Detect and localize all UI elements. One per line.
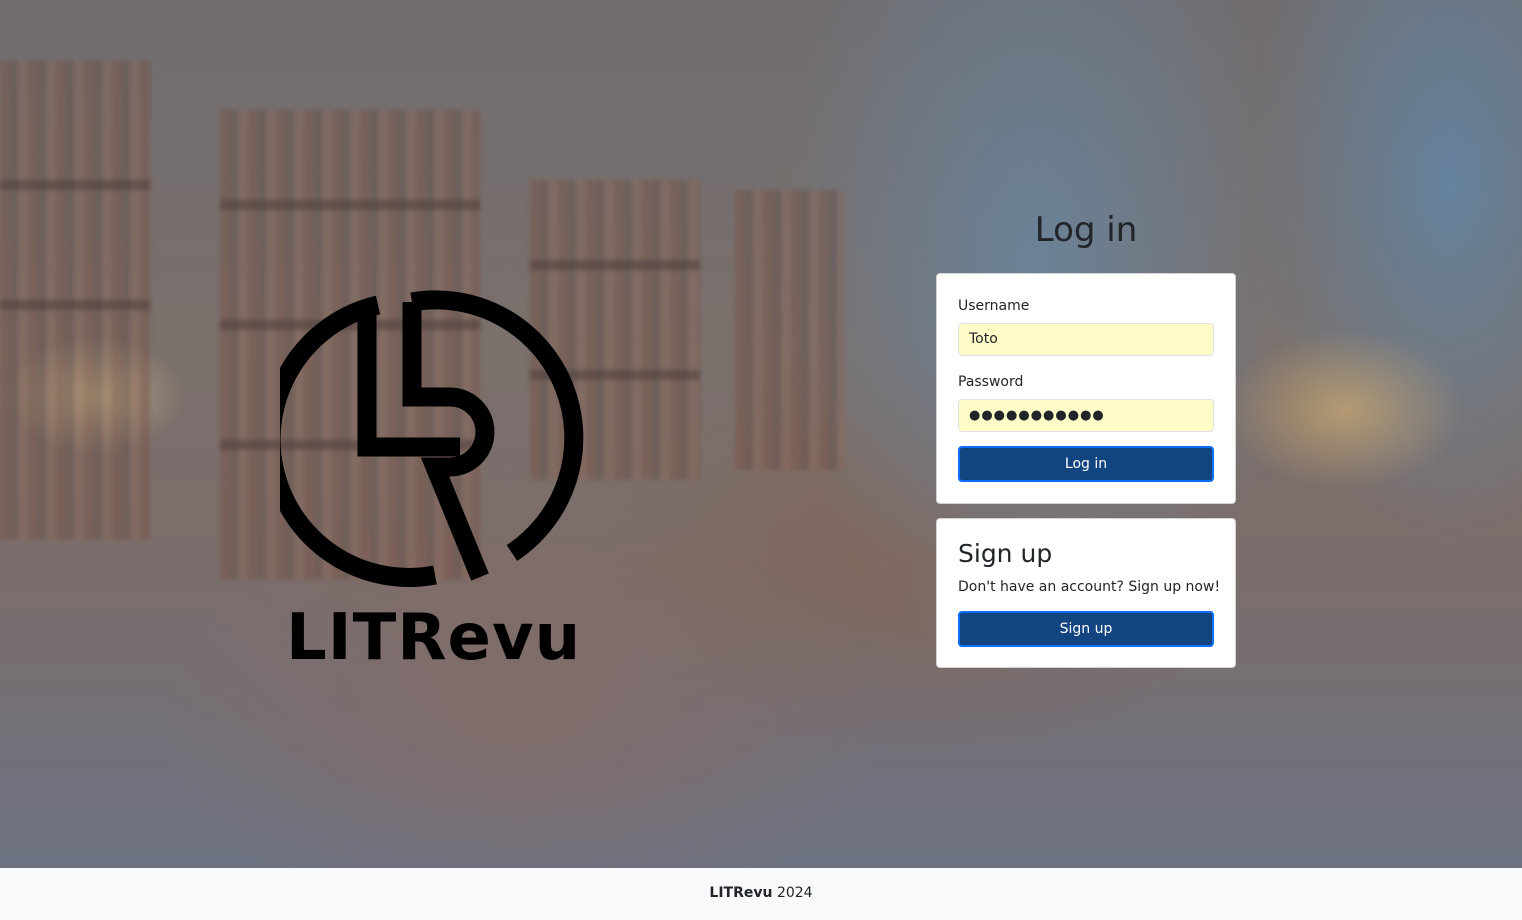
password-label: Password xyxy=(958,374,1024,390)
footer-year: 2024 xyxy=(776,885,813,901)
signup-description: Don't have an account? Sign up now! xyxy=(958,579,1221,595)
login-card: Username Toto Password ●●●●●●●●●●● Log i… xyxy=(936,273,1236,504)
username-label: Username xyxy=(958,298,1030,314)
lr-monogram-icon xyxy=(280,290,584,587)
footer: LITRevu 2024 xyxy=(0,868,1522,920)
footer-brand: LITRevu xyxy=(709,885,773,901)
litrevu-logo: LITRevu xyxy=(280,285,590,680)
logo-wordmark: LITRevu xyxy=(286,601,582,675)
library-background-image xyxy=(0,0,1522,868)
signup-title: Sign up xyxy=(958,539,1053,568)
password-field[interactable]: ●●●●●●●●●●● xyxy=(958,399,1214,432)
signup-button[interactable]: Sign up xyxy=(958,611,1214,647)
page-title: Log in xyxy=(1034,210,1138,250)
username-field[interactable]: Toto xyxy=(958,323,1214,356)
login-button[interactable]: Log in xyxy=(958,446,1214,482)
signup-card: Sign up Don't have an account? Sign up n… xyxy=(936,518,1236,668)
